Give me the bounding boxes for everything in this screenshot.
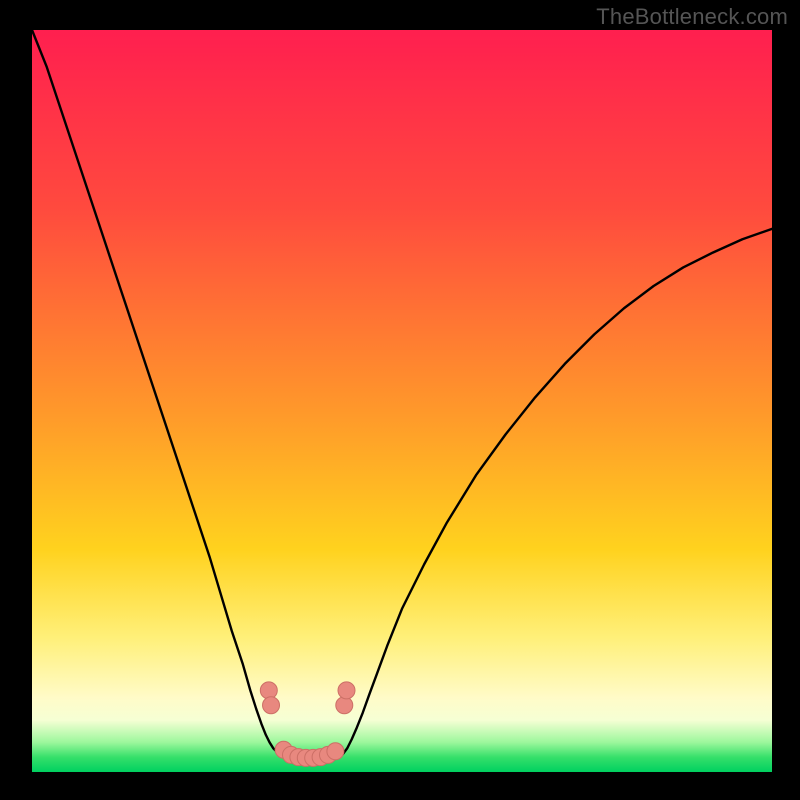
watermark-text: TheBottleneck.com (596, 4, 788, 30)
curve-group (32, 30, 772, 759)
valley-marker (338, 682, 355, 699)
curve-layer (0, 0, 800, 800)
valley-marker (260, 682, 277, 699)
chart-stage: TheBottleneck.com (0, 0, 800, 800)
marker-group (260, 682, 355, 767)
valley-marker (336, 697, 353, 714)
valley-marker (327, 743, 344, 760)
bottleneck-curve (32, 30, 772, 759)
valley-marker (263, 697, 280, 714)
